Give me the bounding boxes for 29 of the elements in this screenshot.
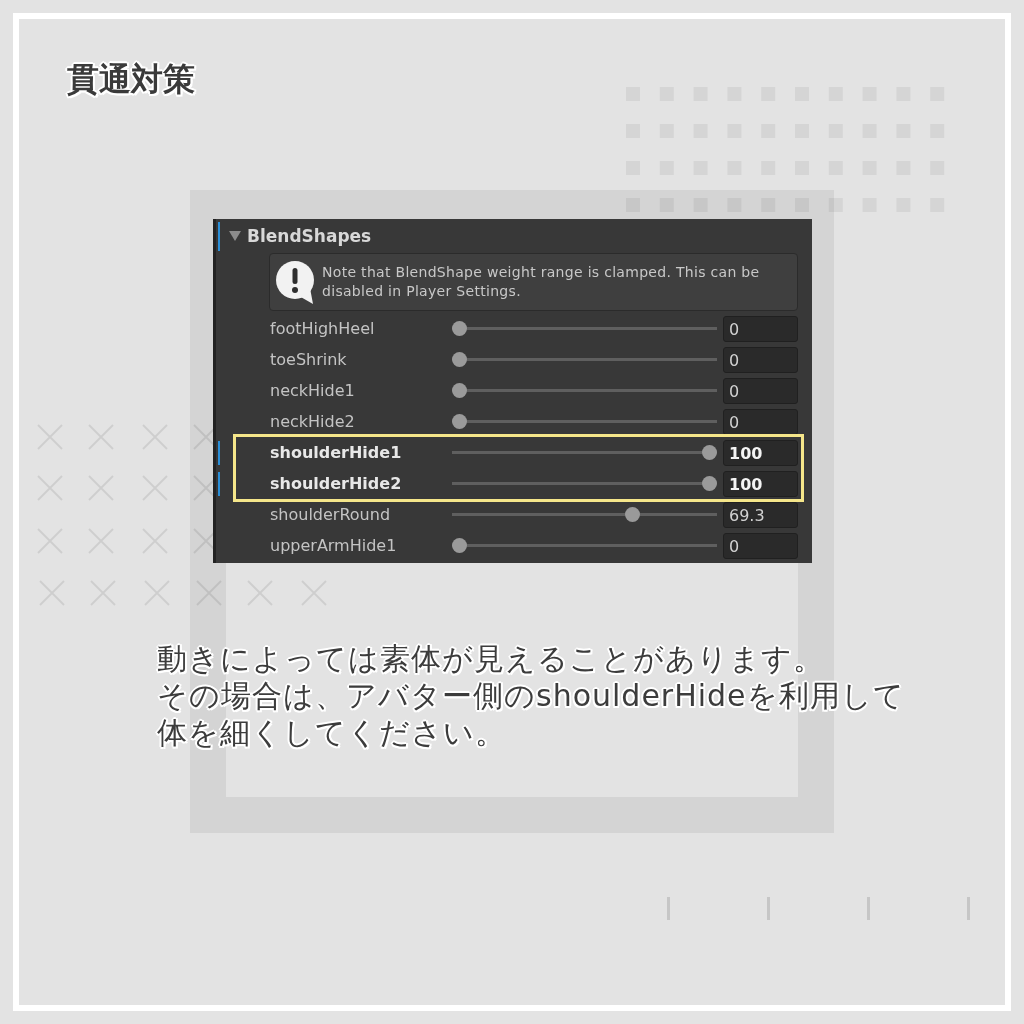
caption-text: 動きによっては素体が見えることがあります。 その場合は、アバター側のshoulderHideを利用して 体を細くしてください。 <box>157 640 905 751</box>
blendshape-label: neckHide2 <box>270 412 356 431</box>
value-field[interactable]: 0 <box>723 532 798 559</box>
slider-thumb[interactable] <box>625 507 641 522</box>
slider-thumb[interactable] <box>452 538 467 553</box>
slider-thumb[interactable] <box>452 383 467 398</box>
value-field[interactable]: 0 <box>723 315 798 342</box>
value-field[interactable]: 0 <box>723 346 798 373</box>
blendshape-label: upperArmHide1 <box>270 536 398 555</box>
slider-thumb[interactable] <box>452 352 467 367</box>
alert-bubble-icon <box>276 260 314 304</box>
value-field[interactable]: 0 <box>723 377 798 404</box>
page-title: 貫通対策 <box>67 61 195 97</box>
slider-thumb[interactable] <box>452 321 467 336</box>
value-field[interactable]: 100 <box>723 439 798 466</box>
blendshape-label: shoulderHide1 <box>270 443 403 462</box>
foldout-header[interactable]: BlendShapes <box>229 226 372 246</box>
help-text: Note that BlendShape weight range is clamped. This can be disabled in Player Settings. <box>322 263 761 301</box>
blendshape-label: shoulderRound <box>270 505 392 524</box>
value-field[interactable]: 0 <box>723 408 798 435</box>
value-field[interactable]: 69.3 <box>723 501 798 528</box>
blendshape-label: shoulderHide2 <box>270 474 403 493</box>
blendshape-label: toeShrink <box>270 350 348 369</box>
blendshape-label: neckHide1 <box>270 381 356 400</box>
value-field[interactable]: 100 <box>723 470 798 497</box>
slider-thumb[interactable] <box>702 476 717 491</box>
blendshape-label: footHighHeel <box>270 319 376 338</box>
slider-thumb[interactable] <box>452 414 467 429</box>
slider-thumb[interactable] <box>702 445 717 460</box>
